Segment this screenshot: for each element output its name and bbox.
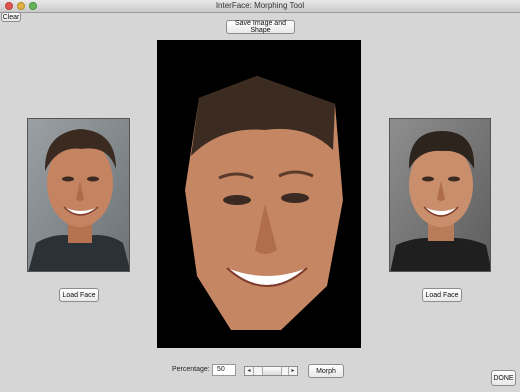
slider-left-arrow-icon[interactable]: ◂ — [245, 367, 254, 375]
load-face-left-button[interactable]: Load Face — [59, 288, 99, 302]
morphed-face-image — [157, 40, 361, 348]
load-face-right-button[interactable]: Load Face — [422, 288, 462, 302]
slider-thumb[interactable] — [262, 367, 282, 375]
face-photo-right — [389, 118, 491, 272]
face-photo-left-image — [28, 119, 129, 271]
window-title: InterFace: Morphing Tool — [215, 1, 305, 10]
morph-button[interactable]: Morph — [308, 364, 344, 378]
percentage-input[interactable]: 50 — [212, 364, 236, 376]
clear-button[interactable]: Clear — [1, 12, 21, 22]
save-image-and-shape-button[interactable]: Save Image and Shape — [226, 20, 295, 34]
face-photo-right-image — [390, 119, 490, 271]
window-titlebar: InterFace: Morphing Tool — [0, 0, 520, 13]
slider-right-arrow-icon[interactable]: ▸ — [288, 367, 297, 375]
percentage-slider[interactable]: ◂ ▸ — [244, 366, 298, 376]
percentage-label: Percentage: — [172, 366, 210, 373]
done-button[interactable]: DONE — [491, 370, 516, 386]
morph-canvas — [157, 40, 361, 348]
face-photo-left — [27, 118, 130, 272]
